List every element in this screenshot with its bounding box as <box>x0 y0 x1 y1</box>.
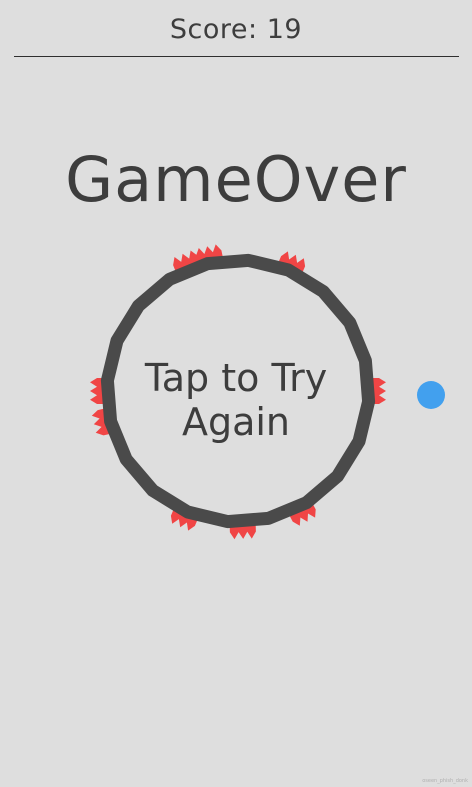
game-over-title: GameOver <box>65 143 407 216</box>
header-divider <box>14 56 459 57</box>
score-label: Score: 19 <box>169 14 303 45</box>
try-again-button[interactable]: Tap to Try Again <box>115 300 357 500</box>
score-header: Score: 19 <box>0 0 472 58</box>
game-screen[interactable]: Score: 19 GameOver Tap to Try Again osee… <box>0 0 472 787</box>
watermark-text: oseen_phish_donk <box>422 778 468 784</box>
try-again-label-line2: Again <box>181 400 291 444</box>
player-ball <box>417 381 445 409</box>
try-again-label-line1: Tap to Try <box>144 356 328 400</box>
